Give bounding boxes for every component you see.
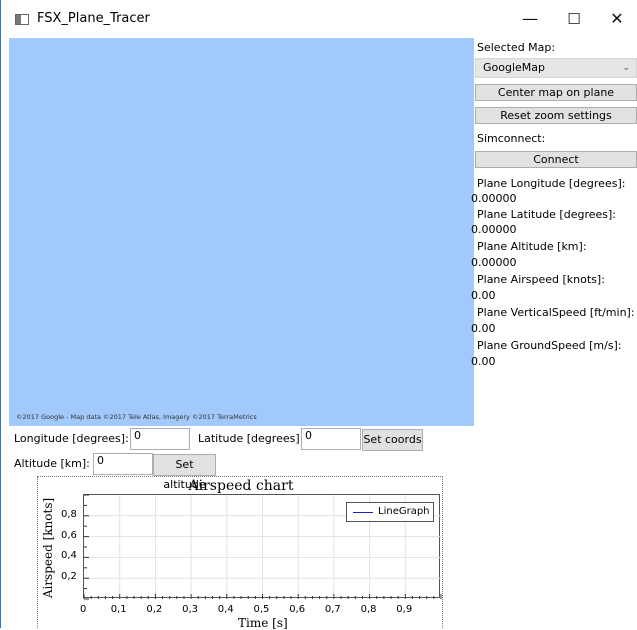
altitude-readout-value: 0.00000 xyxy=(471,256,517,269)
x-tick-label: 0,1 xyxy=(110,604,127,615)
vertical-speed-readout-label: Plane VerticalSpeed [ft/min]: xyxy=(477,306,635,319)
latitude-readout-value: 0.00000 xyxy=(471,223,517,236)
chart-legend: LineGraph xyxy=(346,502,434,522)
latitude-input[interactable]: 0 xyxy=(301,428,361,450)
x-tick-label: 0 xyxy=(80,604,87,615)
x-tick-label: 0,2 xyxy=(146,604,163,615)
y-tick-label: 0,6 xyxy=(61,529,77,541)
y-tick-label: 0,4 xyxy=(61,550,77,562)
center-map-button[interactable]: Center map on plane xyxy=(475,84,637,101)
map-select-value: GoogleMap xyxy=(483,61,546,74)
set-coords-button[interactable]: Set coords xyxy=(362,429,423,451)
map-select[interactable]: GoogleMap ⌄ xyxy=(475,58,637,78)
chart-y-axis-label: Airspeed [knots] xyxy=(41,497,55,599)
minimize-button[interactable]: — xyxy=(512,2,548,36)
altitude-input-label: Altitude [km]: xyxy=(14,457,90,470)
longitude-input[interactable]: 0 xyxy=(130,428,190,450)
longitude-readout-value: 0.00000 xyxy=(471,192,517,205)
longitude-readout-label: Plane Longitude [degrees]: xyxy=(477,177,626,190)
latitude-input-label: Latitude [degrees]: xyxy=(198,432,304,445)
selected-map-label: Selected Map: xyxy=(477,41,556,54)
chevron-down-icon: ⌄ xyxy=(622,63,630,73)
airspeed-readout-value: 0.00 xyxy=(471,289,496,302)
x-tick-label: 0,3 xyxy=(182,604,198,615)
y-tick-label: 0,2 xyxy=(61,571,77,583)
chart-plot-area: LineGraph xyxy=(83,494,442,600)
legend-label: LineGraph xyxy=(378,506,430,517)
set-altitude-button[interactable]: Set altitude xyxy=(153,454,216,491)
simconnect-label: Simconnect: xyxy=(477,132,546,145)
ground-speed-readout-value: 0.00 xyxy=(471,355,496,368)
vertical-speed-readout-value: 0.00 xyxy=(471,322,496,335)
altitude-input[interactable]: 0 xyxy=(93,453,153,475)
latitude-readout-label: Plane Latitude [degrees]: xyxy=(477,208,617,221)
x-tick-label: 0,4 xyxy=(217,604,234,615)
app-window: FSX_Plane_Tracer — ☐ ✕ ©2017 Google - Ma… xyxy=(0,0,637,630)
title-bar[interactable]: FSX_Plane_Tracer — ☐ ✕ xyxy=(1,0,637,38)
app-icon xyxy=(15,14,29,25)
x-tick-label: 0,5 xyxy=(253,604,270,615)
connect-button[interactable]: Connect xyxy=(475,151,637,168)
x-tick-label: 0,9 xyxy=(396,604,413,615)
x-tick-label: 0,7 xyxy=(324,604,341,615)
reset-zoom-button[interactable]: Reset zoom settings xyxy=(475,107,637,124)
map-credit: ©2017 Google - Map data ©2017 Tele Atlas… xyxy=(16,413,257,421)
altitude-readout-label: Plane Altitude [km]: xyxy=(477,240,587,253)
map-view[interactable]: ©2017 Google - Map data ©2017 Tele Atlas… xyxy=(9,38,474,426)
chart-title: Airspeed chart xyxy=(188,478,294,494)
legend-swatch xyxy=(353,512,373,513)
ground-speed-readout-label: Plane GroundSpeed [m/s]: xyxy=(477,339,622,352)
y-tick-label: 0,8 xyxy=(61,508,77,520)
longitude-input-label: Longitude [degrees]: xyxy=(14,432,129,445)
maximize-button[interactable]: ☐ xyxy=(556,2,592,36)
airspeed-readout-label: Plane Airspeed [knots]: xyxy=(477,273,605,286)
close-button[interactable]: ✕ xyxy=(599,2,635,36)
x-tick-label: 0,8 xyxy=(360,604,377,615)
window-title: FSX_Plane_Tracer xyxy=(37,11,150,26)
x-tick-label: 0,6 xyxy=(289,604,306,615)
